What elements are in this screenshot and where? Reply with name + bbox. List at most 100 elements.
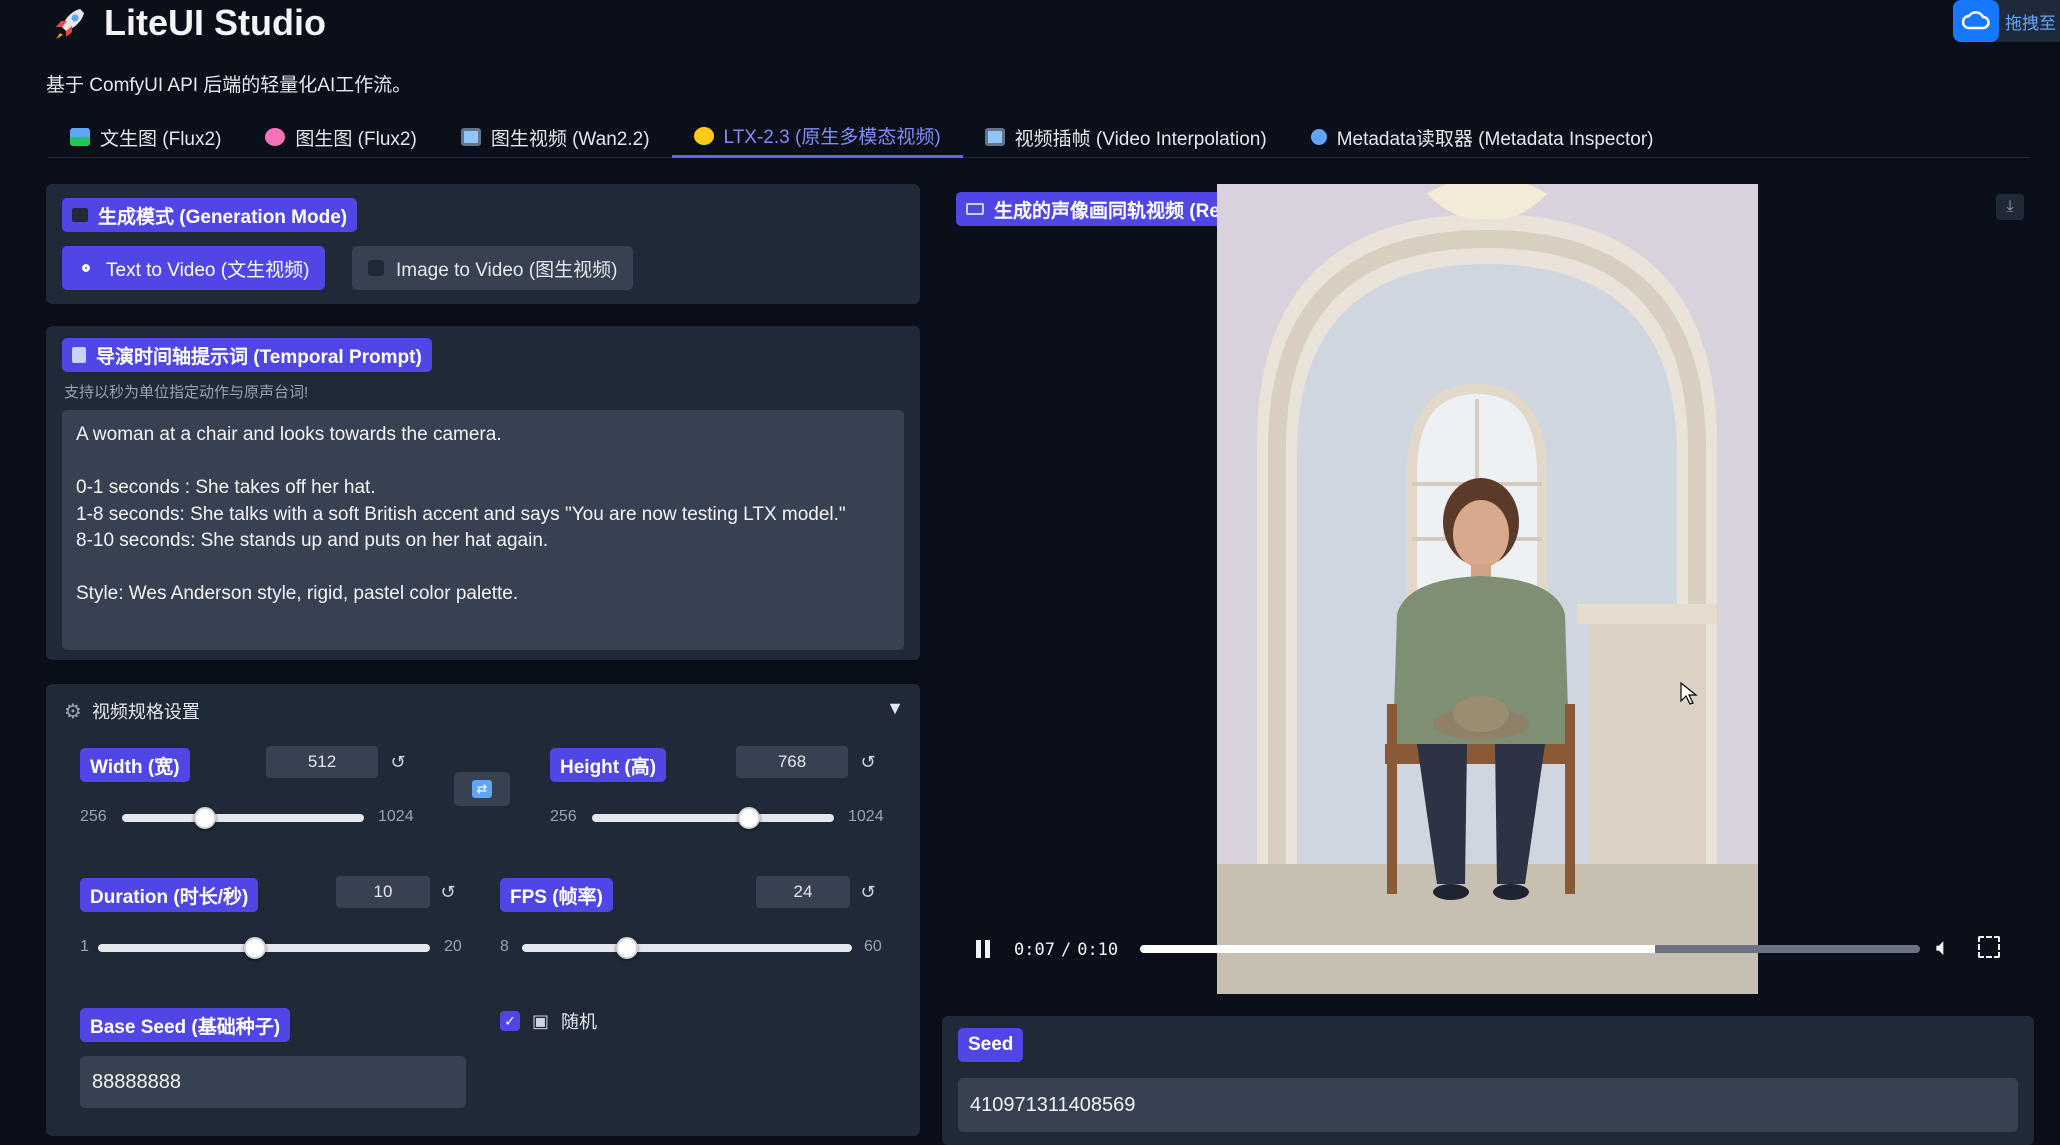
temporal-prompt-panel: 导演时间轴提示词 (Temporal Prompt) 支持以秒为单位指定动作与原… xyxy=(46,326,920,660)
random-label: 随机 xyxy=(561,1012,598,1032)
tab-label: 图生图 (Flux2) xyxy=(295,128,417,150)
seed-label: Seed xyxy=(958,1028,1024,1062)
seed-output[interactable]: 410971311408569 xyxy=(958,1078,2018,1132)
drag-badge-text: 拖拽至 xyxy=(2005,13,2056,33)
radio-label: Image to Video (图生视频) xyxy=(396,259,618,281)
sparkle-icon xyxy=(693,126,714,145)
collapse-triangle-icon[interactable]: ▼ xyxy=(886,698,904,719)
video-progress-fill xyxy=(1140,945,1655,953)
width-slider-track[interactable] xyxy=(122,814,364,822)
video-settings-panel: ⚙ 视频规格设置 ▼ Width (宽) 512 ↺ 256 1024 ⇄ He… xyxy=(46,684,920,1136)
film-icon xyxy=(460,128,481,146)
total-time: 0:10 xyxy=(1077,940,1119,960)
fps-input[interactable]: 24 xyxy=(756,876,850,908)
video-still-image xyxy=(1217,184,1758,994)
radio-image-to-video[interactable]: Image to Video (图生视频) xyxy=(352,246,634,290)
current-time: 0:07 xyxy=(1014,940,1055,960)
tab-video-interpolation[interactable]: 视频插帧 (Video Interpolation) xyxy=(963,116,1289,158)
height-min: 256 xyxy=(550,808,577,825)
clapper-icon xyxy=(72,208,88,222)
base-seed-label: Base Seed (基础种子) xyxy=(80,1008,291,1042)
width-max: 1024 xyxy=(378,808,414,825)
tab-bar: 文生图 (Flux2) 图生图 (Flux2) 图生视频 (Wan2.2) LT… xyxy=(48,116,2030,158)
duration-reset-icon[interactable]: ↺ xyxy=(436,876,460,908)
tab-metadata-inspector[interactable]: Metadata读取器 (Metadata Inspector) xyxy=(1289,116,1676,158)
tab-ltx[interactable]: LTX-2.3 (原生多模态视频) xyxy=(671,116,963,158)
temporal-prompt-textarea[interactable]: A woman at a chair and looks towards the… xyxy=(62,410,904,650)
fps-slider-track[interactable] xyxy=(522,944,852,952)
tab-text-to-image[interactable]: 文生图 (Flux2) xyxy=(48,116,243,158)
gear-icon: ⚙ xyxy=(64,700,82,723)
video-frame[interactable] xyxy=(1217,184,1758,994)
duration-label: Duration (时长/秒) xyxy=(80,878,259,912)
base-seed-input[interactable]: 88888888 xyxy=(80,1056,466,1108)
fps-max: 60 xyxy=(864,938,882,955)
film-icon xyxy=(984,128,1005,146)
height-max: 1024 xyxy=(848,808,884,825)
height-slider-thumb[interactable] xyxy=(738,807,760,829)
rocket-icon xyxy=(56,9,84,39)
image-icon xyxy=(70,128,90,146)
temporal-prompt-label-text: 导演时间轴提示词 (Temporal Prompt) xyxy=(96,346,422,368)
fps-reset-icon[interactable]: ↺ xyxy=(856,876,880,908)
duration-min: 1 xyxy=(80,938,89,955)
radio-label: Text to Video (文生视频) xyxy=(106,259,310,281)
dice-icon: ▣ xyxy=(532,1010,550,1031)
pause-icon[interactable] xyxy=(976,940,990,958)
checkbox-checked-icon[interactable]: ✓ xyxy=(500,1011,520,1031)
palette-icon xyxy=(265,128,286,146)
volume-icon[interactable]: 🔈︎ xyxy=(1936,934,1950,962)
clipboard-icon xyxy=(72,347,86,363)
duration-max: 20 xyxy=(444,938,462,955)
generation-mode-panel: 生成模式 (Generation Mode) Text to Video (文生… xyxy=(46,184,920,304)
tab-image-to-video[interactable]: 图生视频 (Wan2.2) xyxy=(439,116,672,158)
drag-badge[interactable]: 拖拽至 xyxy=(1953,0,2060,42)
generation-mode-label-text: 生成模式 (Generation Mode) xyxy=(98,206,348,228)
cloud-icon xyxy=(1953,0,1999,42)
radio-unselected-icon xyxy=(368,260,384,276)
app-subtitle: 基于 ComfyUI API 后端的轻量化AI工作流。 xyxy=(46,75,412,96)
video-progress-track[interactable] xyxy=(1140,945,1920,953)
seed-panel: Seed 410971311408569 xyxy=(942,1016,2034,1145)
width-reset-icon[interactable]: ↺ xyxy=(386,746,410,778)
camera-icon xyxy=(966,203,984,215)
temporal-prompt-hint: 支持以秒为单位指定动作与原声台词! xyxy=(64,384,309,401)
width-label: Width (宽) xyxy=(80,748,190,782)
video-settings-header[interactable]: ⚙ 视频规格设置 xyxy=(64,698,200,724)
time-separator: / xyxy=(1060,940,1072,960)
width-slider-thumb[interactable] xyxy=(194,807,216,829)
magnifier-icon xyxy=(1310,129,1327,145)
tab-label: 文生图 (Flux2) xyxy=(100,128,222,150)
fps-slider-thumb[interactable] xyxy=(616,937,638,959)
fps-min: 8 xyxy=(500,938,509,955)
tab-label: 图生视频 (Wan2.2) xyxy=(490,128,650,150)
duration-input[interactable]: 10 xyxy=(336,876,430,908)
video-settings-title: 视频规格设置 xyxy=(91,702,200,722)
tab-label: Metadata读取器 (Metadata Inspector) xyxy=(1336,128,1654,150)
duration-slider-thumb[interactable] xyxy=(244,937,266,959)
height-label: Height (高) xyxy=(550,748,667,782)
video-controls: 0:07 / 0:10 🔈︎ xyxy=(946,922,2034,978)
random-checkbox-row[interactable]: ✓ ▣ 随机 xyxy=(500,1008,597,1034)
app-title: LiteUI Studio xyxy=(50,2,326,44)
radio-selected-icon xyxy=(78,260,94,276)
width-input[interactable]: 512 xyxy=(266,746,378,778)
download-icon[interactable]: ⤓ xyxy=(1996,194,2024,220)
tab-label: 视频插帧 (Video Interpolation) xyxy=(1014,128,1267,150)
temporal-prompt-label: 导演时间轴提示词 (Temporal Prompt) xyxy=(62,338,432,372)
height-slider-track[interactable] xyxy=(592,814,834,822)
video-time-readout: 0:07 / 0:10 xyxy=(1014,940,1118,960)
width-min: 256 xyxy=(80,808,107,825)
height-reset-icon[interactable]: ↺ xyxy=(856,746,880,778)
mouse-cursor-icon xyxy=(1680,681,1698,711)
radio-text-to-video[interactable]: Text to Video (文生视频) xyxy=(62,246,326,290)
swap-dimensions-button[interactable]: ⇄ xyxy=(454,772,510,806)
height-input[interactable]: 768 xyxy=(736,746,848,778)
tab-label: LTX-2.3 (原生多模态视频) xyxy=(723,127,941,148)
fps-label: FPS (帧率) xyxy=(500,878,613,912)
tab-image-to-image[interactable]: 图生图 (Flux2) xyxy=(243,116,438,158)
result-panel: 生成的声像画同轨视频 (Result) ⤓ 0:07 / 0:10 🔈︎ xyxy=(946,184,2034,1002)
app-title-text: LiteUI Studio xyxy=(104,2,326,43)
generation-mode-label: 生成模式 (Generation Mode) xyxy=(62,198,358,232)
fullscreen-icon[interactable] xyxy=(1978,936,2000,958)
